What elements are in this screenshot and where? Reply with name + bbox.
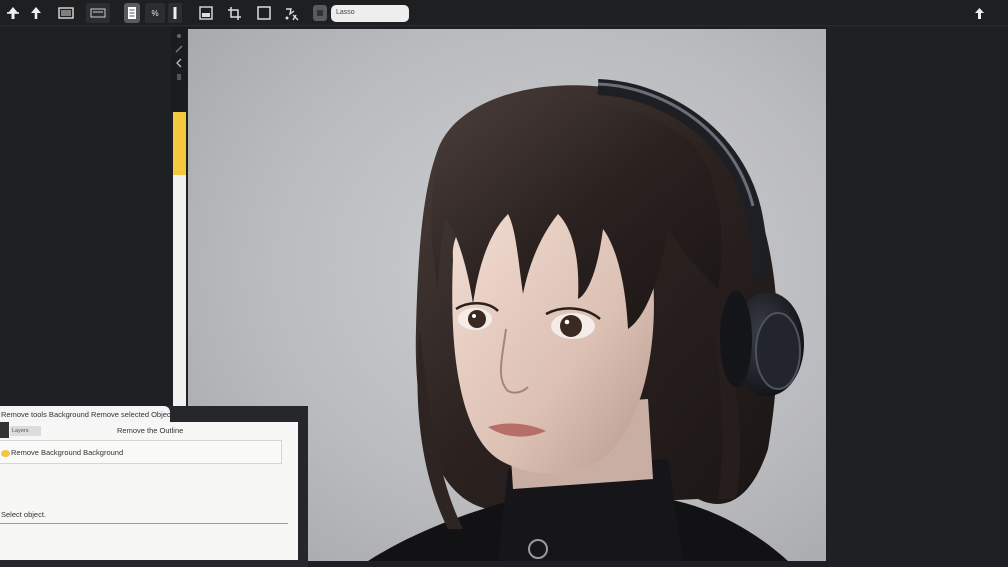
crop-icon[interactable] bbox=[224, 3, 244, 23]
dialog-header: Remove the Outline bbox=[117, 426, 184, 435]
eraser-icon[interactable] bbox=[175, 45, 183, 53]
image-icon[interactable] bbox=[196, 3, 216, 23]
smudge-icon[interactable] bbox=[175, 73, 183, 81]
opacity-bar-fill bbox=[173, 112, 186, 175]
option-radio-icon[interactable] bbox=[1, 450, 10, 457]
opacity-bar[interactable] bbox=[173, 112, 186, 412]
stop-icon[interactable] bbox=[313, 5, 327, 21]
dialog-tab[interactable]: Remove tools Background Remove selected … bbox=[0, 406, 170, 422]
divider-icon[interactable] bbox=[168, 3, 182, 23]
transform-icon[interactable] bbox=[282, 3, 302, 23]
layers-icon[interactable] bbox=[55, 3, 77, 23]
tool-strip bbox=[171, 27, 187, 113]
move-arrow-icon[interactable] bbox=[2, 3, 24, 23]
lasso-icon[interactable] bbox=[175, 58, 183, 68]
cursor-icon[interactable] bbox=[970, 3, 988, 23]
dialog-corner-marker bbox=[0, 422, 9, 438]
dialog-divider bbox=[0, 523, 288, 524]
panel-icon[interactable] bbox=[86, 3, 110, 23]
option-label: Remove Background Background bbox=[11, 448, 124, 457]
page-icon[interactable] bbox=[124, 3, 140, 23]
search-input[interactable]: Lasso bbox=[331, 5, 409, 22]
zoom-percent-label: % bbox=[151, 8, 159, 18]
dialog-body: Layers Remove the Outline Remove Backgro… bbox=[0, 422, 298, 560]
zoom-percent-button[interactable]: % bbox=[145, 3, 165, 23]
layers-chip[interactable]: Layers bbox=[10, 426, 41, 436]
remove-background-option[interactable]: Remove Background Background bbox=[0, 440, 282, 464]
search-input-value: Lasso bbox=[336, 9, 355, 16]
frame-icon[interactable] bbox=[254, 3, 274, 23]
brush-icon[interactable] bbox=[175, 32, 183, 40]
top-toolbar: % Lasso bbox=[0, 0, 1008, 26]
dialog-footer-text: Select object. bbox=[1, 510, 47, 519]
right-panel bbox=[828, 27, 1008, 567]
pin-icon[interactable] bbox=[26, 3, 46, 23]
remove-tools-dialog: Remove tools Background Remove selected … bbox=[0, 406, 308, 567]
